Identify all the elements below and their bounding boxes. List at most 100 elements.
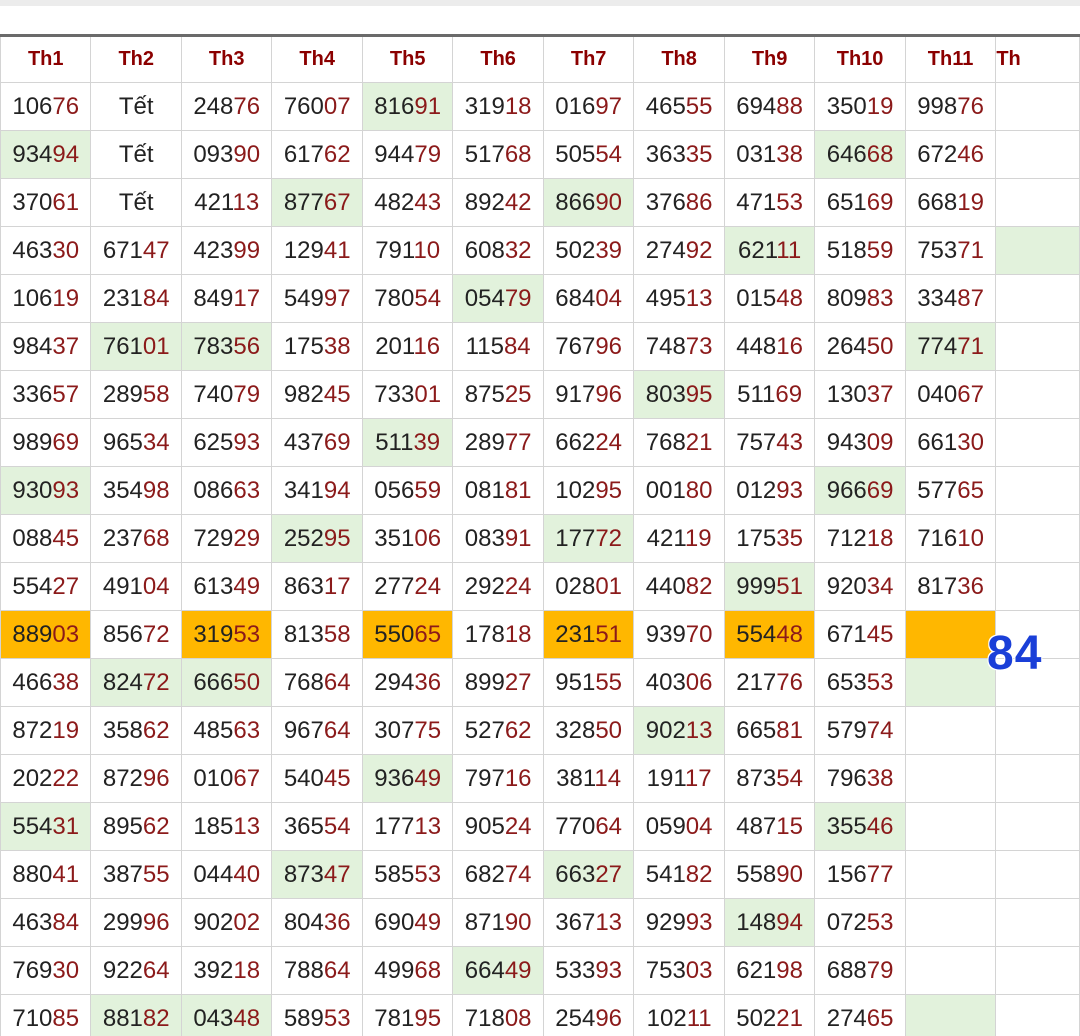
number-prefix: 541 [645, 860, 686, 888]
number-prefix: 608 [464, 236, 505, 264]
number-prefix: 392 [193, 956, 234, 984]
result-cell: 88903 [0, 610, 92, 659]
number-last-two-digits: 21 [776, 1004, 803, 1032]
number-prefix: 662 [555, 428, 596, 456]
number-last-two-digits: 68 [866, 140, 894, 168]
number-prefix: 341 [283, 476, 324, 504]
number-prefix: 056 [374, 476, 415, 504]
result-cell: 04440 [180, 850, 273, 899]
result-cell: 20222 [0, 754, 92, 803]
number-prefix: 768 [283, 668, 324, 696]
number-last-two-digits: 41 [323, 236, 351, 264]
number-last-two-digits: 36 [414, 668, 442, 696]
result-cell: 96764 [271, 706, 363, 755]
number-last-two-digits: 97 [595, 92, 623, 120]
result-cell: 48243 [361, 178, 454, 227]
result-cell: 68404 [542, 274, 635, 323]
number-last-two-digits: 90 [233, 140, 261, 168]
number-prefix: 617 [283, 140, 324, 168]
result-cell: 04067 [904, 370, 997, 419]
table-row: 46638 82472 66650 76864 29436 89927 95155 40306… [0, 658, 1080, 707]
result-cell: 48563 [180, 706, 273, 755]
number-last-two-digits: 79 [866, 956, 894, 984]
number-prefix: 665 [736, 716, 777, 744]
number-last-two-digits: 99 [233, 236, 261, 264]
number-prefix: 768 [645, 428, 686, 456]
number-prefix: 589 [283, 1004, 324, 1032]
result-cell: 66581 [723, 706, 816, 755]
number-last-two-digits: 96 [595, 332, 623, 360]
number-last-two-digits: 15 [776, 812, 803, 840]
number-prefix: 710 [12, 1004, 53, 1032]
number-last-two-digits: 53 [866, 668, 894, 696]
number-prefix: 866 [555, 188, 596, 216]
number-last-two-digits: 11 [776, 236, 802, 264]
result-cell: 85672 [90, 610, 182, 659]
number-prefix: 231 [555, 620, 596, 648]
number-last-two-digits: 38 [52, 668, 80, 696]
number-prefix: 423 [193, 236, 234, 264]
result-cell: 17772 [542, 514, 635, 563]
number-prefix: 951 [555, 668, 596, 696]
result-cell: 27724 [361, 562, 454, 611]
result-cell [995, 226, 1080, 275]
number-prefix: 421 [646, 524, 685, 552]
number-prefix: 774 [917, 332, 958, 360]
results-table-container[interactable]: Th1 Th2 Th3 Th4 Th5 Th6 Th7 Th8 Th9 Th10 Th11 Th 10… [0, 34, 1080, 1036]
number-prefix: 358 [102, 716, 143, 744]
number-last-two-digits: 49 [504, 956, 532, 984]
result-cell: 43769 [271, 418, 363, 467]
result-cell: 35019 [814, 82, 906, 131]
number-prefix: 663 [555, 860, 596, 888]
number-prefix: 621 [736, 956, 777, 984]
number-last-two-digits: 24 [595, 428, 623, 456]
number-last-two-digits: 73 [685, 332, 713, 360]
number-prefix: 740 [193, 380, 234, 408]
column-header-11: Th11 [904, 35, 997, 83]
number-last-two-digits: 57 [52, 380, 80, 408]
number-prefix: 875 [464, 380, 505, 408]
result-cell: 68879 [814, 946, 906, 995]
number-last-two-digits: 55 [142, 860, 170, 888]
result-cell: 81358 [271, 610, 363, 659]
top-bar [0, 0, 1080, 6]
number-last-two-digits: 49 [233, 572, 261, 600]
result-cell: 40306 [633, 658, 725, 707]
number-last-two-digits: 25 [504, 380, 532, 408]
result-cell: 08663 [180, 466, 273, 515]
result-cell: 17818 [452, 610, 544, 659]
result-cell: 92993 [633, 898, 725, 947]
number-prefix: 965 [102, 428, 143, 456]
result-cell: 98969 [0, 418, 92, 467]
number-prefix: 788 [283, 956, 324, 984]
result-cell: 87525 [452, 370, 544, 419]
number-last-two-digits: 82 [685, 860, 713, 888]
number-prefix: 761 [102, 332, 143, 360]
result-cell: 01697 [542, 82, 635, 131]
number-prefix: 130 [826, 380, 867, 408]
result-cell: 28977 [452, 418, 544, 467]
result-cell: 23768 [90, 514, 182, 563]
result-cell: 53393 [542, 946, 635, 995]
number-prefix: 943 [826, 428, 867, 456]
number-prefix: 505 [555, 140, 596, 168]
result-cell [995, 178, 1080, 227]
number-prefix: 930 [12, 476, 53, 504]
number-prefix: 881 [102, 1004, 143, 1032]
number-prefix: 934 [12, 140, 53, 168]
result-cell: 27465 [814, 994, 906, 1036]
column-header-4: Th4 [271, 35, 363, 83]
number-prefix: 998 [917, 92, 958, 120]
number-last-two-digits: 96 [142, 908, 170, 936]
number-last-two-digits: 31 [52, 812, 80, 840]
number-prefix: 873 [736, 764, 777, 792]
number-prefix: 252 [283, 524, 324, 552]
number-last-two-digits: 50 [233, 668, 261, 696]
number-prefix: 083 [464, 524, 505, 552]
number-prefix: 201 [375, 332, 414, 360]
number-last-two-digits: 55 [685, 92, 713, 120]
number-prefix: 682 [464, 860, 505, 888]
number-last-two-digits: 69 [866, 476, 894, 504]
number-prefix: 770 [555, 812, 596, 840]
result-cell: 93494 [0, 130, 92, 179]
